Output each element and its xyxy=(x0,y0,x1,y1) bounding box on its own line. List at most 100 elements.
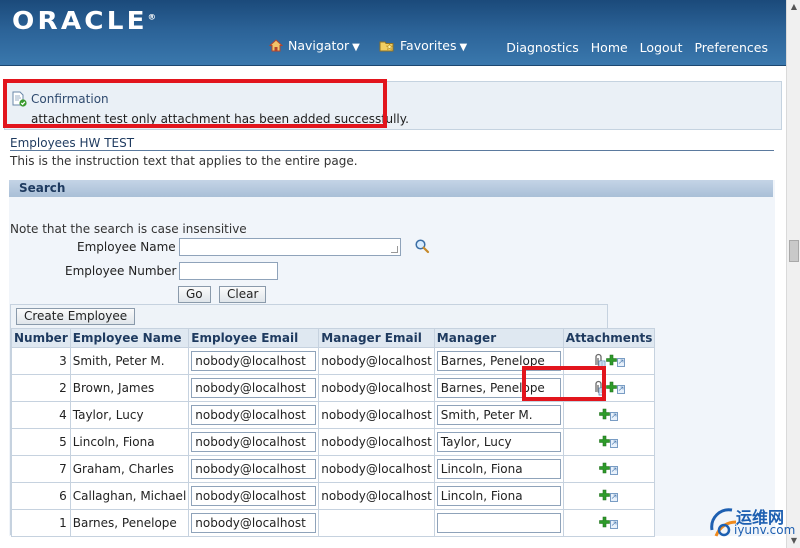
table-toolbar: Create Employee xyxy=(11,305,607,328)
instruction-text: This is the instruction text that applie… xyxy=(10,154,358,168)
cell-employee-name: Lincoln, Fiona xyxy=(69,428,190,456)
diagnostics-link[interactable]: Diagnostics xyxy=(506,40,579,55)
cell-number: 1 xyxy=(11,509,71,537)
manager-input[interactable]: Lincoln, Fiona xyxy=(436,486,561,506)
employee-email-input[interactable]: nobody@localhost xyxy=(191,378,317,398)
cell-attachments xyxy=(562,509,656,537)
cell-manager-email: nobody@localhost xyxy=(318,482,435,510)
manager-input[interactable] xyxy=(436,513,561,533)
cell-employee-email: nobody@localhost xyxy=(188,347,320,375)
employee-email-input[interactable]: nobody@localhost xyxy=(191,432,317,452)
cell-manager: Lincoln, Fiona xyxy=(433,455,564,483)
employee-name-label: Employee Name xyxy=(77,240,176,254)
cell-attachments xyxy=(562,428,656,456)
cell-employee-name: Graham, Charles xyxy=(69,455,190,483)
cell-number: 4 xyxy=(11,401,71,429)
cell-manager: Smith, Peter M. xyxy=(433,401,564,429)
page-title: Employees HW TEST xyxy=(10,136,135,150)
table-row: 5 Lincoln, Fiona nobody@localhost nobody@lo… xyxy=(11,428,656,456)
table-header-row: Number Employee Name Employee Email Mana… xyxy=(11,328,656,348)
cell-manager: Taylor, Lucy xyxy=(433,428,564,456)
add-attachment-icon[interactable] xyxy=(599,408,619,422)
clear-button[interactable]: Clear xyxy=(219,286,267,303)
watermark-url: iyunv.com xyxy=(734,523,796,537)
table-row: 7 Graham, Charles nobody@localhost nobody@l… xyxy=(11,455,656,483)
add-attachment-icon[interactable] xyxy=(599,462,619,476)
global-links: Diagnostics Home Logout Preferences xyxy=(498,40,768,55)
cell-manager-email: nobody@localhost xyxy=(318,347,435,375)
employees-table: Number Employee Name Employee Email Mana… xyxy=(11,328,656,537)
app-header: ORACLE® Navigator ▼ Favorites ▼ Diagnostic… xyxy=(0,0,786,66)
cell-employee-email: nobody@localhost xyxy=(188,428,320,456)
cell-employee-name: Barnes, Penelope xyxy=(69,509,190,537)
cell-manager-email: nobody@localhost xyxy=(318,401,435,429)
favorites-label: Favorites xyxy=(400,38,457,53)
cell-employee-email: nobody@localhost xyxy=(188,401,320,429)
cell-manager-email: nobody@localhost xyxy=(318,428,435,456)
scroll-up-icon[interactable]: ▲ xyxy=(787,0,800,14)
col-attachments: Attachments xyxy=(562,328,656,348)
table-row: 1 Barnes, Penelope nobody@localhost xyxy=(11,509,656,537)
col-number: Number xyxy=(11,328,71,348)
col-employee-name: Employee Name xyxy=(69,328,190,348)
cell-attachments xyxy=(562,482,656,510)
navigator-menu[interactable]: Navigator ▼ xyxy=(268,38,360,55)
cell-employee-email: nobody@localhost xyxy=(188,509,320,537)
scroll-thumb[interactable] xyxy=(789,240,799,262)
cell-employee-name: Taylor, Lucy xyxy=(69,401,190,429)
cell-manager: Lincoln, Fiona xyxy=(433,482,564,510)
create-employee-button[interactable]: Create Employee xyxy=(16,308,136,325)
cell-employee-name: Brown, James xyxy=(69,374,190,402)
oracle-logo: ORACLE® xyxy=(12,6,157,35)
cell-employee-name: Smith, Peter M. xyxy=(69,347,190,375)
employee-name-input[interactable] xyxy=(179,238,401,256)
cell-number: 7 xyxy=(11,455,71,483)
add-attachment-icon[interactable] xyxy=(606,381,626,395)
manager-input[interactable]: Lincoln, Fiona xyxy=(436,459,561,479)
vertical-scrollbar[interactable]: ▲ ▼ xyxy=(786,0,800,548)
cell-number: 3 xyxy=(11,347,71,375)
employee-email-input[interactable]: nobody@localhost xyxy=(191,351,317,371)
col-employee-email: Employee Email xyxy=(188,328,320,348)
navigator-label: Navigator xyxy=(288,38,350,53)
cell-employee-name: Callaghan, Michael xyxy=(69,482,190,510)
manager-input[interactable]: Smith, Peter M. xyxy=(436,405,561,425)
favorites-icon xyxy=(379,39,395,55)
add-attachment-icon[interactable] xyxy=(606,354,626,368)
employee-email-input[interactable]: nobody@localhost xyxy=(191,405,317,425)
add-attachment-icon[interactable] xyxy=(599,435,619,449)
home-icon xyxy=(268,38,284,55)
logout-link[interactable]: Logout xyxy=(640,40,683,55)
cell-employee-email: nobody@localhost xyxy=(188,374,320,402)
add-attachment-icon[interactable] xyxy=(599,516,619,530)
add-attachment-icon[interactable] xyxy=(599,489,619,503)
preferences-link[interactable]: Preferences xyxy=(694,40,768,55)
col-manager: Manager xyxy=(433,328,564,348)
table-row: 6 Callaghan, Michael nobody@localhost nobod… xyxy=(11,482,656,510)
cell-number: 2 xyxy=(11,374,71,402)
cell-employee-email: nobody@localhost xyxy=(188,455,320,483)
home-link[interactable]: Home xyxy=(591,40,628,55)
cell-manager xyxy=(433,509,564,537)
table-row: 4 Taylor, Lucy nobody@localhost nobody@loca… xyxy=(11,401,656,429)
employee-email-input[interactable]: nobody@localhost xyxy=(191,459,317,479)
title-divider xyxy=(10,150,774,151)
col-manager-email: Manager Email xyxy=(318,328,435,348)
cell-manager-email: nobody@localhost xyxy=(318,455,435,483)
search-header: Search xyxy=(9,180,773,197)
search-icon[interactable] xyxy=(414,238,430,257)
search-note: Note that the search is case insensitive xyxy=(10,222,247,236)
cell-employee-email: nobody@localhost xyxy=(188,482,320,510)
manager-input[interactable]: Taylor, Lucy xyxy=(436,432,561,452)
employee-number-input[interactable] xyxy=(179,262,278,280)
cell-manager-email: nobody@localhost xyxy=(318,374,435,402)
cell-number: 6 xyxy=(11,482,71,510)
employee-email-input[interactable]: nobody@localhost xyxy=(191,486,317,506)
cell-manager-email xyxy=(318,509,435,537)
go-button[interactable]: Go xyxy=(178,286,211,303)
chevron-down-icon: ▼ xyxy=(459,42,468,53)
highlight-box xyxy=(522,366,606,401)
favorites-menu[interactable]: Favorites ▼ xyxy=(379,38,467,55)
employees-table-region: Create Employee Number Employee Name Emp… xyxy=(10,304,656,537)
employee-email-input[interactable]: nobody@localhost xyxy=(191,513,317,533)
